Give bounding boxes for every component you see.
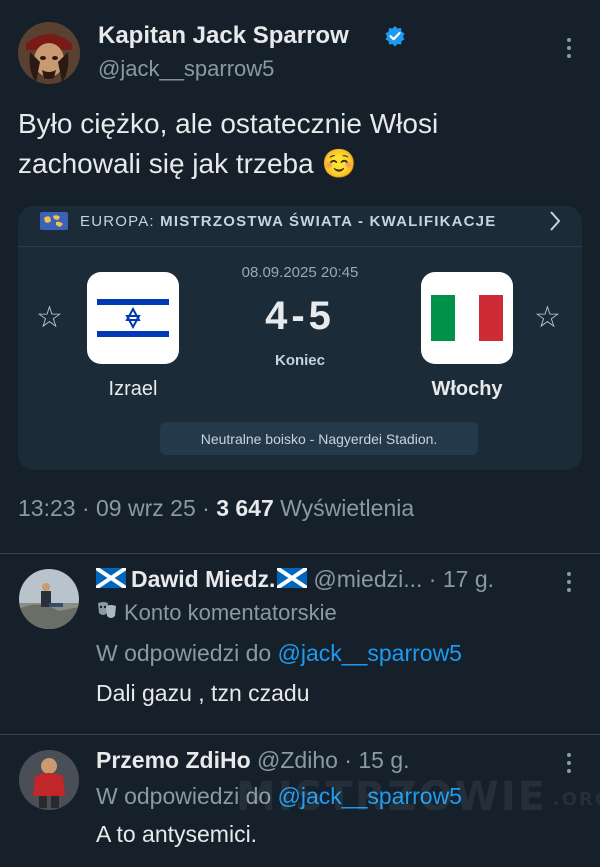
scotland-flag-icon	[94, 566, 128, 594]
competition-prefix: EUROPA:	[80, 213, 161, 230]
divider-1	[0, 553, 600, 554]
reply-2-text: A to antysemici.	[96, 821, 258, 847]
theater-masks-icon	[96, 601, 118, 627]
match-status: Koniec	[274, 352, 325, 369]
views-label: Wyświetlenia	[280, 495, 415, 521]
reply-1-avatar[interactable]	[19, 569, 79, 629]
views-count: 3 647	[216, 495, 274, 521]
israel-flag-icon	[97, 295, 169, 341]
match-score: 4-5	[265, 294, 335, 338]
reply-2-age[interactable]: 15 g.	[358, 747, 409, 773]
author-avatar[interactable]	[18, 22, 80, 84]
reply-1-handle[interactable]: @miedzi...	[313, 566, 422, 592]
reply-2-header: Przemo ZdiHo @Zdiho · 15 g.	[96, 747, 410, 774]
author-name[interactable]: Kapitan Jack Sparrow	[98, 22, 349, 50]
smiling-emoji-icon: ☺️	[321, 148, 357, 179]
reply-2-handle[interactable]: @Zdiho	[257, 747, 338, 773]
competition-name: MISTRZOSTWA ŚWIATA - KWALIFIKACJE	[160, 213, 497, 230]
reply-2-more-options-icon[interactable]	[566, 753, 572, 773]
meta-separator-1: ·	[81, 495, 90, 521]
tweet-text-line-2-wrap: zachowali się jak trzeba ☺️	[18, 144, 438, 184]
tweet-date[interactable]: 09 wrz 25	[96, 495, 196, 521]
home-team-name[interactable]: Izrael	[87, 378, 179, 401]
reply-1-mention-link[interactable]: @jack__sparrow5	[278, 640, 462, 666]
match-datetime: 08.09.2025 20:45	[241, 264, 359, 281]
reply-1-context-prefix: W odpowiedzi do	[96, 640, 272, 666]
reply-1-context: W odpowiedzi do @jack__sparrow5	[96, 640, 462, 667]
venue-label: Neutralne boisko - Nagyerdei Stadion.	[160, 422, 478, 455]
reply-1-badge: Konto komentatorskie	[96, 600, 337, 627]
reply-1-age[interactable]: 17 g.	[443, 566, 494, 592]
reply-1-more-options-icon[interactable]	[566, 572, 572, 592]
away-flag-tile	[421, 272, 513, 364]
author-handle[interactable]: @jack__sparrow5	[98, 56, 274, 82]
meta-separator-2: ·	[202, 495, 210, 521]
divider-2	[0, 734, 600, 735]
scotland-flag-icon	[276, 566, 309, 594]
reply-1-header: Dawid Miedz. @miedzi... · 17 g.	[94, 566, 494, 594]
reply-1-separator: ·	[428, 566, 437, 592]
match-card[interactable]: EUROPA: MISTRZOSTWA ŚWIATA - KWALIFIKACJ…	[18, 206, 582, 470]
tweet-time[interactable]: 13:23	[18, 495, 76, 521]
watermark-suffix: .ORG	[552, 788, 600, 810]
home-flag-tile	[87, 272, 179, 364]
verified-badge-icon	[384, 25, 406, 47]
favorite-away-star-icon[interactable]: ☆	[534, 303, 561, 333]
watermark: MISTRZOWIE.ORG	[236, 774, 600, 820]
reply-1-author-name[interactable]: Dawid Miedz.	[131, 566, 275, 592]
tweet-text-line-2: zachowali się jak trzeba	[18, 148, 314, 179]
card-header-divider	[18, 246, 582, 247]
reply-2-separator: ·	[344, 747, 352, 773]
chevron-right-icon[interactable]	[548, 210, 562, 232]
world-map-icon	[40, 212, 68, 230]
watermark-text: MISTRZOWIE	[236, 774, 547, 820]
tweet-text-line-1: Było ciężko, ale ostatecznie Włosi	[18, 108, 439, 139]
reply-1-badge-label: Konto komentatorskie	[124, 600, 337, 625]
reply-2-avatar[interactable]	[19, 750, 79, 810]
tweet-meta: 13:23 · 09 wrz 25 · 3 647 Wyświetlenia	[18, 495, 414, 522]
favorite-home-star-icon[interactable]: ☆	[36, 303, 63, 333]
competition-title: EUROPA: MISTRZOSTWA ŚWIATA - KWALIFIKACJ…	[80, 213, 496, 230]
italy-flag-icon	[431, 295, 503, 341]
away-team-name[interactable]: Włochy	[411, 378, 523, 401]
reply-2-author-name[interactable]: Przemo ZdiHo	[96, 747, 251, 773]
reply-1-text: Dali gazu , tzn czadu	[96, 680, 310, 706]
tweet-text: Było ciężko, ale ostatecznie Włosi zacho…	[18, 104, 438, 184]
more-options-icon[interactable]	[566, 38, 572, 58]
